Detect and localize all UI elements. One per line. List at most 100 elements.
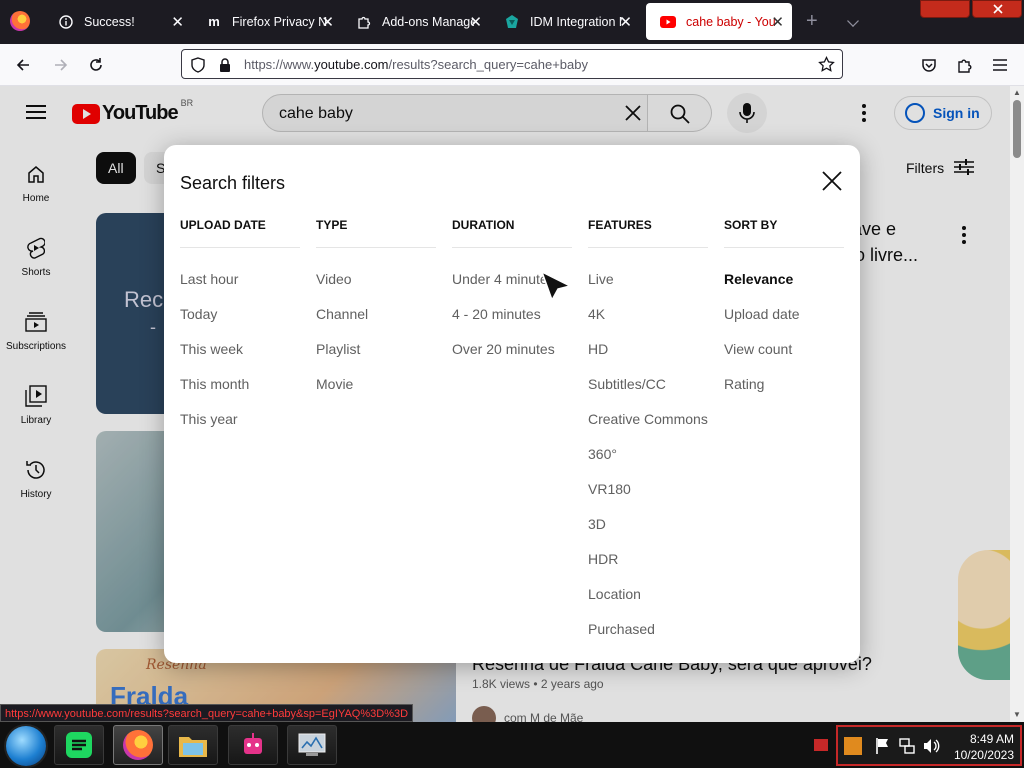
taskbar-app-robot[interactable] [228,725,278,765]
filter-group-heading: UPLOAD DATE [180,217,300,248]
taskbar-app-file-explorer[interactable] [168,725,218,765]
close-tab-icon[interactable]: ✕ [171,13,184,31]
filter-option-hdr[interactable]: HDR [588,542,708,577]
robot-app-icon [244,733,262,754]
filter-option-vr180[interactable]: VR180 [588,472,708,507]
filter-option-playlist[interactable]: Playlist [316,332,436,367]
filter-option-location[interactable]: Location [588,577,708,612]
close-tab-icon[interactable]: ✕ [619,13,632,31]
tab-firefox-privacy[interactable]: m Firefox Privacy Ne ✕ [192,3,342,40]
app-menu-hamburger-icon[interactable] [989,54,1011,76]
mozilla-m-icon: m [208,14,220,29]
address-bar[interactable]: https://www.youtube.com/results?search_q… [181,49,843,79]
pocket-icon[interactable] [918,54,940,76]
windows-taskbar: 8:49 AM 10/20/2023 [0,722,1024,768]
tab-label: cahe baby - YouT [686,14,776,29]
filter-option-purchased[interactable]: Purchased [588,612,708,647]
dialog-title: Search filters [180,173,286,193]
tray-app-icon[interactable] [844,737,862,755]
taskbar-clock[interactable]: 8:49 AM 10/20/2023 [954,731,1014,763]
action-center-flag-icon[interactable] [874,737,890,760]
tab-label: Success! [84,14,135,29]
filter-group-heading: DURATION [452,217,572,248]
filter-group-features: FEATURES Live 4K HD Subtitles/CC Creativ… [588,217,708,647]
system-monitor-icon [298,733,326,756]
filter-option-4k[interactable]: 4K [588,297,708,332]
filter-option-creative-commons[interactable]: Creative Commons [588,402,708,437]
url-text: https://www.youtube.com/results?search_q… [244,57,588,72]
extensions-puzzle-icon[interactable] [954,54,976,76]
filter-option-3d[interactable]: 3D [588,507,708,542]
restore-window-button[interactable] [920,0,970,18]
filter-option-movie[interactable]: Movie [316,367,436,402]
search-filters-dialog: Search filters UPLOAD DATE Last hour Tod… [164,145,860,663]
scroll-up-arrow-icon[interactable]: ▲ [1013,88,1021,97]
filter-option-over-20-minutes[interactable]: Over 20 minutes [452,332,572,367]
system-tray: 8:49 AM 10/20/2023 [836,725,1022,766]
link-status-url: https://www.youtube.com/results?search_q… [0,704,414,722]
filter-option-video[interactable]: Video [316,262,436,297]
close-tab-icon[interactable]: ✕ [771,13,784,31]
network-icon[interactable] [898,737,916,760]
filter-group-heading: TYPE [316,217,436,248]
close-tab-icon[interactable]: ✕ [469,13,482,31]
tracking-protection-shield-icon[interactable] [190,57,206,78]
globe-icon [58,14,74,30]
tab-addons-manager[interactable]: Add-ons Manage ✕ [342,3,490,40]
mouse-pointer-icon [540,270,573,302]
filter-option-360[interactable]: 360° [588,437,708,472]
youtube-page: YouTube BR cahe baby Sign in Home Shorts… [0,86,1010,722]
filter-option-today[interactable]: Today [180,297,300,332]
tab-label: Firefox Privacy Ne [232,14,328,29]
sort-option-rating[interactable]: Rating [724,367,844,402]
list-all-tabs-chevron-icon[interactable] [847,15,859,27]
bookmark-star-icon[interactable] [818,55,835,78]
browser-tab-strip: Success! ✕ m Firefox Privacy Ne ✕ Add-on… [0,0,1024,44]
filter-option-channel[interactable]: Channel [316,297,436,332]
idm-icon [504,14,520,30]
sort-option-upload-date[interactable]: Upload date [724,297,844,332]
file-explorer-icon [179,737,207,757]
tab-idm-integration[interactable]: IDM Integration M ✕ [490,3,640,40]
reload-icon[interactable] [85,54,107,76]
scroll-down-arrow-icon[interactable]: ▼ [1013,710,1021,719]
taskbar-app-firefox[interactable] [113,725,163,765]
taskbar-app-monitor[interactable] [287,725,337,765]
start-button[interactable] [6,726,46,766]
spotify-like-app-icon [66,732,92,758]
page-scrollbar[interactable]: ▲ ▼ [1010,86,1024,722]
filter-option-subtitles-cc[interactable]: Subtitles/CC [588,367,708,402]
navigation-toolbar: https://www.youtube.com/results?search_q… [0,44,1024,86]
tab-label: Add-ons Manage [382,14,474,29]
volume-icon[interactable] [922,737,940,760]
back-arrow-icon[interactable] [12,54,34,76]
close-tab-icon[interactable]: ✕ [321,13,334,31]
close-icon [993,4,1003,14]
scrollbar-thumb[interactable] [1013,100,1021,158]
tab-youtube-active[interactable]: cahe baby - YouT ✕ [646,3,792,40]
tray-notification-icon[interactable] [814,739,828,751]
filter-group-sort-by: SORT BY Relevance Upload date View count… [724,217,844,402]
taskbar-app-green-notes[interactable] [54,725,104,765]
close-dialog-button[interactable] [820,169,844,193]
lock-icon[interactable] [218,57,232,78]
filter-group-heading: FEATURES [588,217,708,248]
filter-option-this-year[interactable]: This year [180,402,300,437]
puzzle-icon [356,14,372,30]
close-icon [822,171,842,191]
youtube-icon [660,14,676,30]
filter-group-upload-date: UPLOAD DATE Last hour Today This week Th… [180,217,300,437]
forward-arrow-icon[interactable] [50,54,72,76]
sort-option-relevance[interactable]: Relevance [724,262,844,297]
new-tab-plus-icon[interactable]: + [806,11,818,31]
filter-option-this-week[interactable]: This week [180,332,300,367]
filter-option-live[interactable]: Live [588,262,708,297]
filter-option-this-month[interactable]: This month [180,367,300,402]
close-window-button[interactable] [972,0,1022,18]
filter-option-hd[interactable]: HD [588,332,708,367]
filter-option-last-hour[interactable]: Last hour [180,262,300,297]
sort-option-view-count[interactable]: View count [724,332,844,367]
firefox-logo-icon [10,11,30,31]
firefox-icon [123,730,153,760]
tab-success[interactable]: Success! ✕ [44,3,192,40]
